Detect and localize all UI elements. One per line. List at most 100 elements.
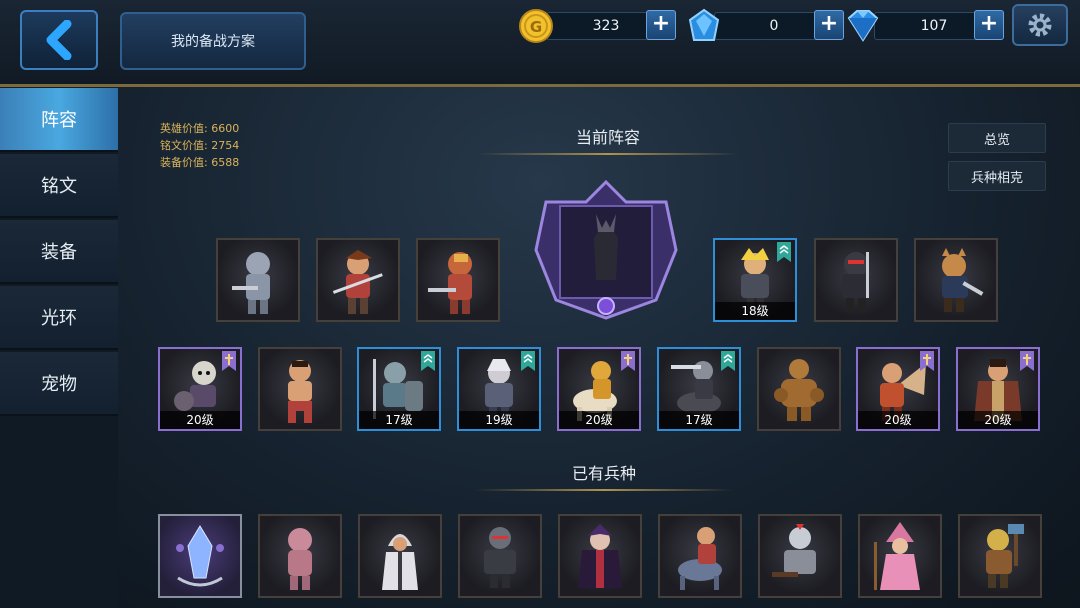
back-arrow-icon	[46, 20, 72, 60]
unit-portrait	[660, 516, 740, 596]
unit-portrait	[460, 516, 540, 596]
hammer-warrior-icon	[986, 524, 1024, 588]
unit-portrait	[318, 240, 398, 320]
unit-level-label: 18级	[715, 302, 795, 320]
unit-counter-button[interactable]: 兵种相克	[948, 161, 1046, 191]
owned-unit-card[interactable]	[558, 514, 642, 598]
lineup-unit-card[interactable]	[316, 238, 400, 322]
rock-golem-icon	[774, 359, 824, 421]
owned-units-title: 已有兵种	[571, 464, 636, 483]
tab-inscription[interactable]: 铭文	[0, 154, 118, 218]
unit-portrait	[260, 349, 340, 429]
rank-badge-icon	[721, 351, 735, 371]
unit-portrait	[916, 240, 996, 320]
unit-portrait	[260, 516, 340, 596]
unit-portrait	[760, 516, 840, 596]
owned-unit-card[interactable]	[358, 514, 442, 598]
owned-unit-card[interactable]	[958, 514, 1042, 598]
current-lineup-title: 当前阵容	[575, 128, 640, 147]
top-bar: 我的备战方案 323 + G 0 + 107 +	[0, 0, 1080, 87]
svg-text:G: G	[530, 18, 542, 36]
add-crystal-button[interactable]: +	[814, 10, 844, 40]
unit-level-label: 19级	[459, 411, 539, 429]
unit-level-label: 20级	[160, 411, 240, 429]
rank-badge-icon	[621, 351, 635, 371]
owned-unit-card[interactable]	[458, 514, 542, 598]
fox-swordsman-icon	[942, 248, 984, 312]
unit-level-label: 17级	[659, 411, 739, 429]
unit-level-label: 17级	[359, 411, 439, 429]
owned-unit-card[interactable]	[158, 514, 242, 598]
rank-badge-icon	[521, 351, 535, 371]
unit-portrait	[160, 516, 240, 596]
gear-icon	[1028, 13, 1052, 37]
rank-badge-icon	[1020, 351, 1034, 371]
owned-unit-card[interactable]	[258, 514, 342, 598]
battle-plan-button[interactable]: 我的备战方案	[120, 12, 306, 70]
horse-rider-icon	[678, 527, 722, 590]
unit-portrait	[816, 240, 896, 320]
blue-crystal-icon	[688, 8, 720, 41]
martial-artist-icon	[288, 360, 312, 423]
lineup-unit-card[interactable]: 19级	[457, 347, 541, 431]
rank-badge-icon	[421, 351, 435, 371]
lineup-unit-card[interactable]: 20级	[856, 347, 940, 431]
hooded-priest-icon	[382, 534, 418, 590]
value-stats: 英雄价值: 6600 铭文价值: 2754 装备价值: 6588	[160, 120, 239, 171]
equipment-value-stat: 装备价值: 6588	[160, 156, 240, 169]
back-button[interactable]	[20, 10, 98, 70]
unit-portrait	[960, 516, 1040, 596]
lineup-unit-card[interactable]	[216, 238, 300, 322]
add-gold-button[interactable]: +	[646, 10, 676, 40]
unit-level-label: 20级	[958, 411, 1038, 429]
current-lineup-divider	[478, 153, 738, 155]
diamond-icon	[847, 10, 879, 42]
unit-portrait	[360, 516, 440, 596]
crystal-relic-icon	[176, 525, 224, 587]
ninja-icon	[842, 252, 870, 312]
lineup-unit-card[interactable]	[258, 347, 342, 431]
hero-value-stat: 英雄价值: 6600	[160, 122, 240, 135]
owned-unit-card[interactable]	[658, 514, 742, 598]
owned-unit-card[interactable]	[758, 514, 842, 598]
settings-button[interactable]	[1012, 4, 1068, 46]
unit-portrait	[418, 240, 498, 320]
rank-badge-icon	[920, 351, 934, 371]
tab-pet[interactable]: 宠物	[0, 352, 118, 416]
unit-level-label: 20级	[858, 411, 938, 429]
gold-coin-icon: G	[519, 9, 553, 43]
unit-level-label: 20级	[559, 411, 639, 429]
unit-portrait	[759, 349, 839, 429]
rank-badge-icon	[222, 351, 236, 371]
tab-lineup[interactable]: 阵容	[0, 88, 118, 152]
lineup-unit-card[interactable]: 20级	[158, 347, 242, 431]
lineup-unit-card[interactable]	[757, 347, 841, 431]
lineup-unit-card[interactable]	[416, 238, 500, 322]
lineup-unit-card[interactable]: 18级	[713, 238, 797, 322]
lineup-unit-card[interactable]: 20级	[956, 347, 1040, 431]
sidebar: 阵容 铭文 装备 光环 宠物	[0, 88, 118, 608]
lineup-unit-card[interactable]: 17级	[357, 347, 441, 431]
unit-portrait	[218, 240, 298, 320]
owned-unit-card[interactable]	[858, 514, 942, 598]
pink-mummy-icon	[288, 528, 312, 590]
lineup-unit-card[interactable]	[914, 238, 998, 322]
pink-witch-icon	[874, 522, 920, 590]
lineup-unit-card[interactable]: 20级	[557, 347, 641, 431]
lineup-unit-card[interactable]: 17级	[657, 347, 741, 431]
leader-frame-icon	[534, 179, 678, 320]
unit-portrait	[560, 516, 640, 596]
owned-units-divider	[474, 489, 734, 491]
lineup-unit-card[interactable]	[814, 238, 898, 322]
armored-berserker-icon	[484, 527, 516, 588]
add-diamond-button[interactable]: +	[974, 10, 1004, 40]
rank-badge-icon	[777, 242, 791, 262]
red-knight-icon	[428, 252, 472, 314]
tab-equipment[interactable]: 装备	[0, 220, 118, 284]
overview-button[interactable]: 总览	[948, 123, 1046, 153]
leader-hero-emblem[interactable]	[526, 179, 686, 320]
inscription-value-stat: 铭文价值: 2754	[160, 139, 240, 152]
unit-portrait	[860, 516, 940, 596]
vampire-icon	[578, 524, 622, 588]
tab-aura[interactable]: 光环	[0, 286, 118, 350]
